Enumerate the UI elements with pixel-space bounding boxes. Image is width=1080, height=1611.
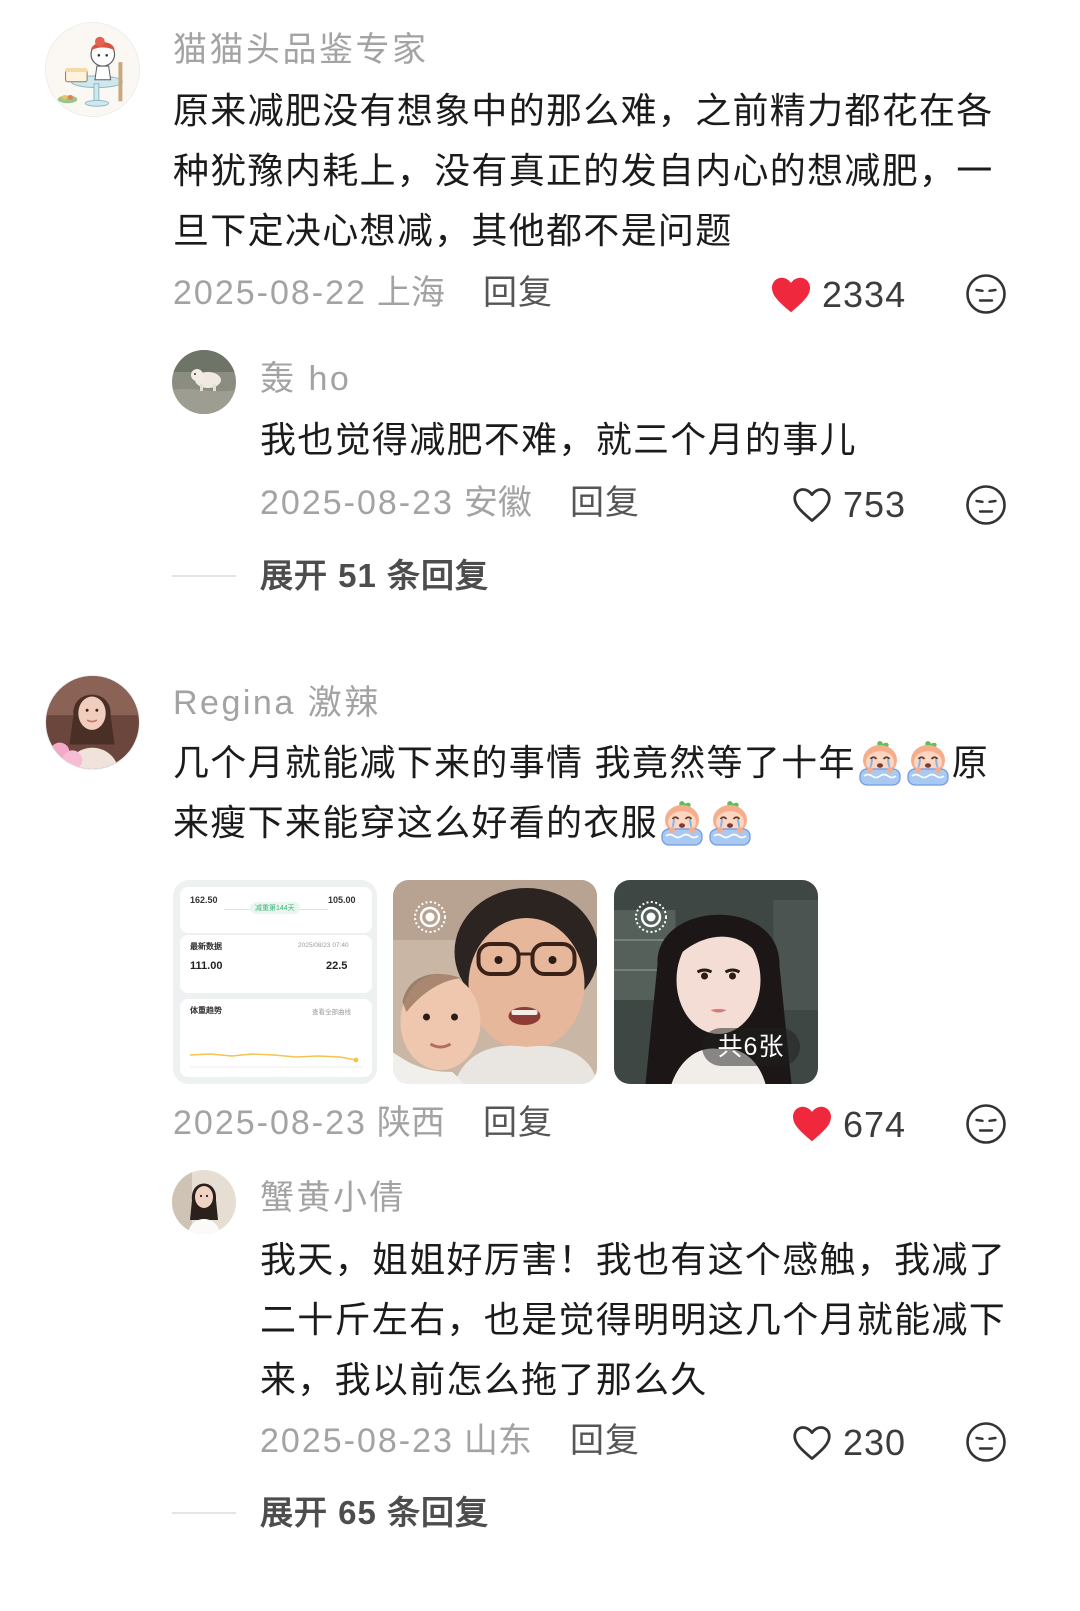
comment-location: 陕西: [376, 1104, 445, 1142]
image-tile[interactable]: 162.50 减重第144天 105.00 最新数据 2025/08/23 07…: [173, 880, 377, 1084]
image-tile[interactable]: 共6张: [614, 880, 818, 1084]
reply-location: 安徽: [463, 484, 532, 522]
comment-text-line: 旦下定决心想减，其他都不是问题: [173, 210, 733, 251]
comment-text-segment: 原: [951, 742, 990, 783]
reply-meta: 2025-08-23 山东: [260, 1419, 532, 1463]
latest-time: 2025/08/23 07:40: [298, 942, 349, 949]
image-tile[interactable]: [393, 880, 597, 1084]
comment-meta: 2025-08-22 上海: [173, 271, 445, 315]
expand-replies-button[interactable]: 展开 65 条回复: [260, 1491, 489, 1535]
start-weight: 162.50: [190, 895, 218, 905]
avatar[interactable]: [172, 1170, 236, 1234]
heart-filled-icon[interactable]: [791, 1105, 833, 1143]
dog-photo-avatar-image: [172, 350, 236, 414]
reply-location: 山东: [463, 1422, 532, 1460]
reply-button[interactable]: 回复: [483, 1101, 553, 1145]
expand-divider: [172, 575, 236, 577]
comment-location: 上海: [376, 274, 445, 312]
latest-bmi: 22.5: [326, 960, 348, 972]
dislike-face-icon[interactable]: [965, 1103, 1007, 1145]
username[interactable]: 轰 ho: [260, 357, 351, 401]
dislike-face-icon[interactable]: [965, 484, 1007, 526]
app-trend-card: 体重趋势 查看全部曲线: [180, 999, 372, 1077]
reply-text-line: 我也觉得减肥不难，就三个月的事儿: [260, 419, 857, 460]
comment-text-line: 来瘦下来能穿这么好看的衣服: [173, 793, 754, 853]
avatar[interactable]: [45, 22, 140, 117]
expand-replies-button[interactable]: 展开 51 条回复: [260, 554, 489, 598]
reply-text-line: 二十斤左右，也是觉得明明这几个月就能减下: [260, 1299, 1007, 1340]
username[interactable]: 猫猫头品鉴专家: [173, 28, 429, 72]
username[interactable]: Regina 激辣: [173, 681, 381, 725]
crying-emoji-icon: [706, 799, 754, 847]
avatar[interactable]: [45, 675, 140, 770]
cartoon-avatar-image: [46, 23, 139, 116]
crying-emoji-icon: [856, 739, 904, 787]
progress-pill: 减重第144天: [250, 902, 300, 914]
like-count: 2334: [822, 274, 907, 315]
crying-emoji-icon: [658, 799, 706, 847]
app-goal-card: 162.50 减重第144天 105.00: [180, 887, 372, 933]
heart-filled-icon[interactable]: [770, 276, 812, 314]
image-count-badge: 共6张: [702, 1028, 800, 1066]
reply-date: 2025-08-23: [260, 1422, 454, 1460]
reply-date: 2025-08-23: [260, 484, 454, 522]
reply-button[interactable]: 回复: [483, 271, 553, 315]
dislike-face-icon[interactable]: [965, 273, 1007, 315]
reply-meta: 2025-08-23 安徽: [260, 481, 532, 525]
like-count: 230: [843, 1422, 907, 1463]
comment-text-line: 种犹豫内耗上，没有真正的发自内心的想减肥，一: [173, 150, 994, 191]
avatar[interactable]: [172, 350, 236, 414]
comment-date: 2025-08-23: [173, 1104, 367, 1142]
reply-text-line: 我天，姐姐好厉害！我也有这个感触，我减了: [260, 1239, 1007, 1280]
comment-date: 2025-08-22: [173, 274, 367, 312]
live-photo-icon: [634, 900, 668, 934]
comment-meta: 2025-08-23 陕西: [173, 1101, 445, 1145]
woman-photo-avatar-image: [172, 1170, 236, 1234]
like-count: 753: [843, 484, 907, 525]
dislike-face-icon[interactable]: [965, 1421, 1007, 1463]
heart-outline-icon[interactable]: [791, 1424, 833, 1462]
reply-button[interactable]: 回复: [570, 481, 640, 525]
live-photo-icon: [413, 900, 447, 934]
username[interactable]: 蟹黄小倩: [260, 1176, 406, 1220]
comment-text-segment: 来瘦下来能穿这么好看的衣服: [173, 802, 658, 843]
latest-title: 最新数据: [190, 942, 222, 951]
latest-weight: 111.00: [190, 960, 223, 972]
expand-divider: [172, 1512, 236, 1514]
goal-weight: 105.00: [328, 895, 356, 905]
like-count: 674: [843, 1104, 907, 1145]
comment-text-line: 几个月就能减下来的事情 我竟然等了十年 原: [173, 733, 989, 793]
comment-text-line: 原来减肥没有想象中的那么难，之前精力都花在各: [173, 90, 994, 131]
reply-text-line: 来，我以前怎么拖了那么久: [260, 1359, 708, 1400]
woman-photo-avatar-image: [46, 676, 139, 769]
heart-outline-icon[interactable]: [791, 486, 833, 524]
crying-emoji-icon: [904, 739, 952, 787]
app-latest-card: 最新数据 2025/08/23 07:40 111.00 22.5: [180, 935, 372, 993]
reply-button[interactable]: 回复: [570, 1419, 640, 1463]
comment-text-segment: 几个月就能减下来的事情 我竟然等了十年: [173, 742, 856, 783]
trend-line-graphic: [189, 1053, 362, 1068]
